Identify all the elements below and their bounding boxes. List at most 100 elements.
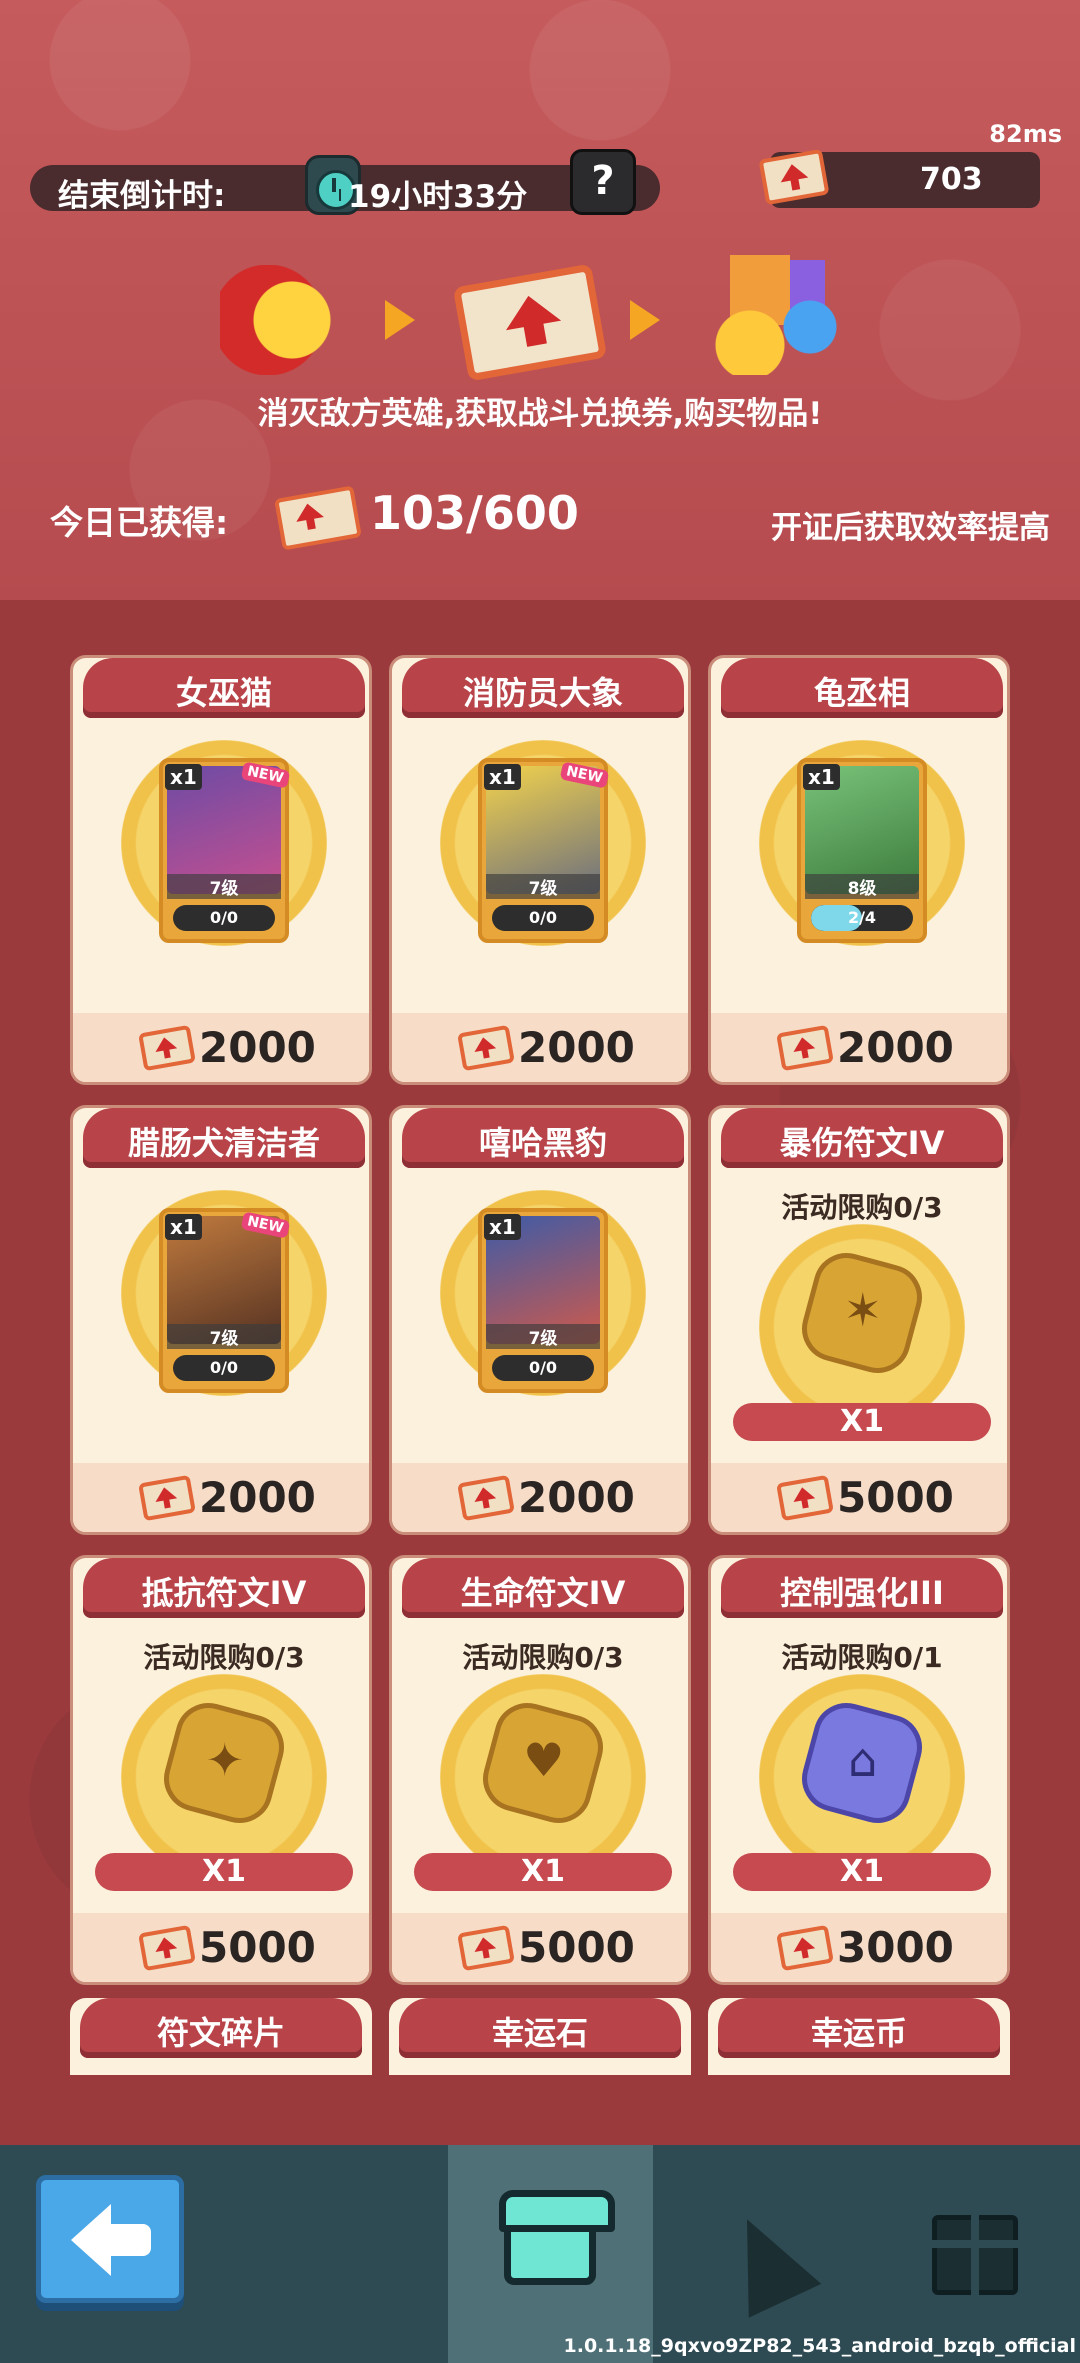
hero-level: 7级 [167,874,281,899]
hero-portrait: x1 NEW 7级 0/0 [159,758,291,943]
item-name: 龟丞相 [813,674,910,712]
purchase-limit: 活动限购0/1 [781,1641,943,1674]
shop-item-card[interactable]: 生命符文IV 活动限购0/3 ♥ X1 5000 [389,1555,691,1985]
item-price: 2000 [199,1473,316,1522]
ticket-balance: 703 [758,148,1040,208]
item-price: 2000 [518,1023,635,1072]
item-name: 暴伤符文IV [779,1124,945,1162]
shop-item-card[interactable]: 幸运石 [389,1998,691,2075]
item-name: 控制强化III [780,1574,944,1612]
countdown-label: 结束倒计时: [58,178,226,214]
hero-level: 7级 [486,874,600,899]
purchase-limit: 活动限购0/3 [143,1641,305,1674]
item-name: 消防员大象 [462,674,623,712]
countdown-value: 19小时33分 [348,179,528,215]
shop-item-card[interactable]: 幸运币 [708,1998,1010,2075]
item-quantity: x1 [165,1214,202,1240]
bottom-nav: 1.0.1.18_9qxvo9ZP82_543_android_bzqb_off… [0,2145,1080,2363]
price-strip: 5000 [392,1913,688,1982]
item-quantity: X1 [414,1853,672,1891]
shop-item-card[interactable]: 抵抗符文IV 活动限购0/3 ✦ X1 5000 [70,1555,372,1985]
shop-item-card[interactable]: 控制强化III 活动限购0/1 ⌂ X1 3000 [708,1555,1010,1985]
price-strip: 2000 [711,1013,1007,1082]
reward-flow [210,245,860,385]
item-name: 生命符文IV [460,1574,626,1612]
price-strip: 2000 [392,1013,688,1082]
today-earned-value: 103/600 [370,486,579,540]
help-button[interactable]: ? [570,149,636,215]
ticket-icon [776,1474,834,1522]
hero-level: 7级 [167,1324,281,1349]
party-popper-icon [710,2202,822,2318]
item-price: 2000 [199,1023,316,1072]
item-name: 嘻哈黑豹 [478,1124,607,1162]
today-earned: 今日已获得: 103/600 开证后获取效率提高 [50,485,1050,551]
ticket-icon [274,485,362,551]
price-strip: 5000 [73,1913,369,1982]
purchase-limit: 活动限购0/3 [462,1641,624,1674]
back-button[interactable] [36,2175,184,2303]
arrow-right-icon [630,300,660,340]
item-name: 幸运石 [491,2014,588,2052]
progress-text: 2/4 [847,908,877,927]
item-quantity: x1 [165,764,202,790]
hero-level: 8级 [805,874,919,899]
hero-progress: 0/0 [173,905,275,931]
shop-item-card[interactable]: 女巫猫 x1 NEW 7级 0/0 2000 [70,655,372,1085]
countdown-bar: 结束倒计时: 19小时33分 ? [30,149,660,215]
hero-progress: 0/0 [492,905,594,931]
shop-item-card[interactable]: 消防员大象 x1 NEW 7级 0/0 2000 [389,655,691,1085]
ticket-icon [457,1024,515,1072]
item-price: 2000 [837,1023,954,1072]
item-price: 5000 [518,1923,635,1972]
hero-portrait: x1 NEW 7级 0/0 [478,758,610,943]
item-name: 抵抗符文IV [141,1574,307,1612]
hero-portrait: x1 NEW 7级 0/0 [159,1208,291,1393]
license-hint[interactable]: 开证后获取效率提高 [771,502,1050,547]
shop-item-card[interactable]: 符文碎片 [70,1998,372,2075]
shop-item-card[interactable]: 腊肠犬清洁者 x1 NEW 7级 0/0 2000 [70,1105,372,1535]
ticket-icon [776,1924,834,1972]
arrow-right-icon [385,300,415,340]
tab-event[interactable] [690,2145,850,2363]
shop-item-card[interactable]: 嘻哈黑豹 x1 7级 0/0 2000 [389,1105,691,1535]
ticket-icon [138,1924,196,1972]
battle-ticket-icon [452,263,608,382]
item-price: 3000 [837,1923,954,1972]
item-quantity: X1 [733,1403,991,1441]
tab-shop[interactable] [448,2145,653,2363]
tab-gift[interactable] [890,2145,1050,2363]
item-quantity: x1 [484,764,521,790]
ticket-icon [776,1024,834,1072]
progress-text: 0/0 [528,1358,558,1377]
item-name: 女巫猫 [175,674,272,712]
ticket-balance-value: 703 [920,162,983,197]
progress-text: 0/0 [209,1358,239,1377]
price-strip: 2000 [392,1463,688,1532]
hero-portrait: x1 8级 2/4 [797,758,927,943]
ticket-icon [457,1474,515,1522]
hero-progress: 0/0 [173,1355,275,1381]
ping-indicator: 82ms [989,120,1062,148]
shop-item-card[interactable]: 暴伤符文IV 活动限购0/3 ✶ X1 5000 [708,1105,1010,1535]
back-arrow-icon [107,2224,151,2256]
today-earned-label: 今日已获得: [50,503,229,542]
price-strip: 2000 [73,1013,369,1082]
item-name: 符文碎片 [156,2014,285,2052]
paw-attack-icon [220,265,340,375]
progress-text: 0/0 [528,908,558,927]
hero-level: 7级 [486,1324,600,1349]
ticket-icon [457,1924,515,1972]
event-header: 82ms 结束倒计时: 19小时33分 ? 703 消灭敌方英雄,获取战斗兑换券… [0,0,1080,600]
item-name: 腊肠犬清洁者 [127,1124,320,1162]
shop-item-card[interactable]: 龟丞相 x1 8级 2/4 2000 [708,655,1010,1085]
hero-progress: 2/4 [811,905,913,931]
gift-icon [932,2215,1018,2295]
item-price: 5000 [199,1923,316,1972]
price-strip: 2000 [73,1463,369,1532]
price-strip: 3000 [711,1913,1007,1982]
shop-goods-icon [690,255,840,375]
back-arrow-icon [71,2204,111,2276]
purchase-limit: 活动限购0/3 [781,1191,943,1224]
item-quantity: x1 [803,764,840,790]
